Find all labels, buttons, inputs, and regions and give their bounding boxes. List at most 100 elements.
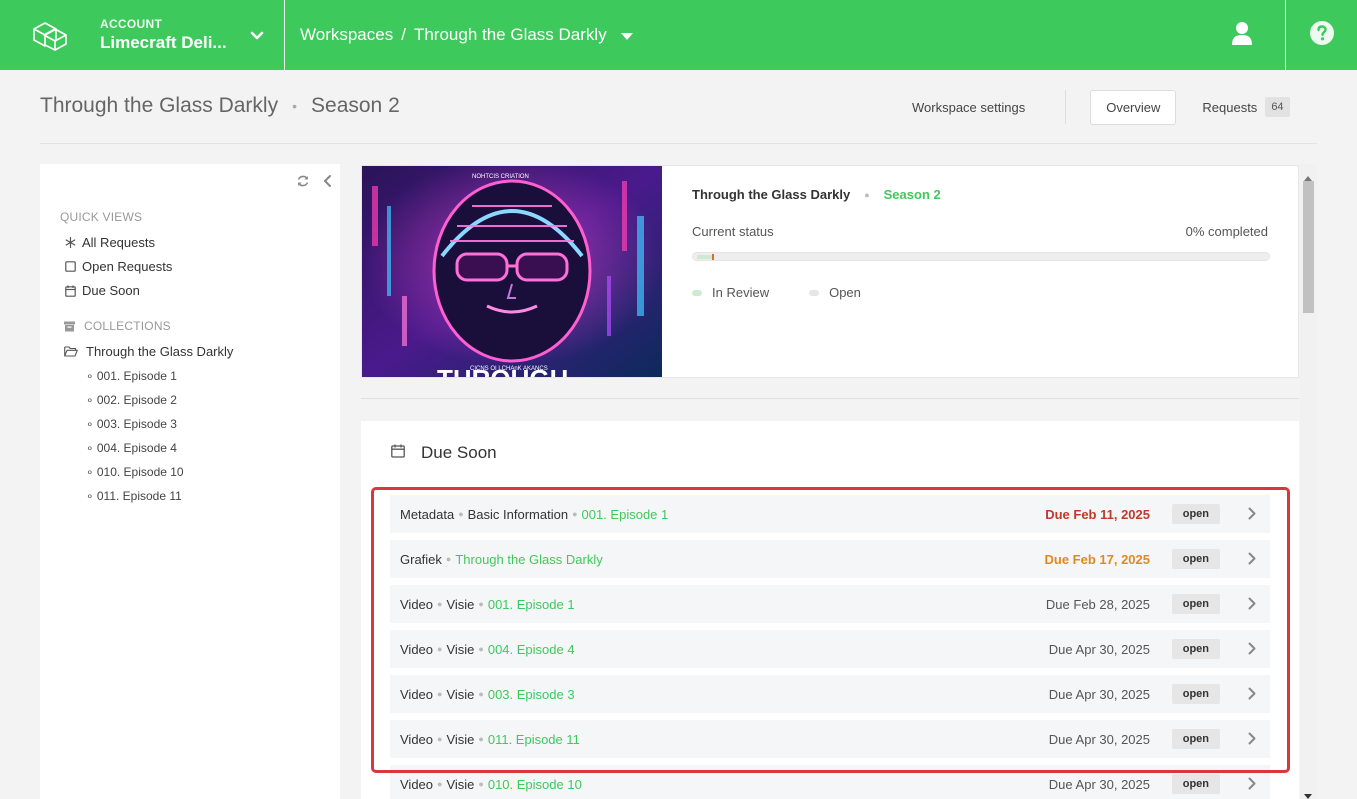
legend-label: Open <box>829 285 861 300</box>
page-title: Through the Glass Darkly • Season 2 <box>40 94 400 118</box>
sidebar-item-label: 010. Episode 10 <box>96 465 184 479</box>
status-legend: In Review Open <box>692 285 901 300</box>
top-bar: ACCOUNT Limecraft Deli... Workspaces / T… <box>0 0 1357 70</box>
requests-label: Requests <box>1202 99 1258 115</box>
status-progress-bar <box>692 252 1270 261</box>
sidebar-item-label: 004. Episode 4 <box>96 441 177 455</box>
legend-label: In Review <box>712 285 770 300</box>
folder-open-icon <box>64 346 78 357</box>
sidebar-item-due-soon[interactable]: Due Soon <box>64 283 140 298</box>
legend-swatch <box>692 289 702 296</box>
progress-fill-in-review <box>697 255 712 259</box>
sidebar-item-episode-4[interactable]: ∘ 004. Episode 4 <box>86 441 177 455</box>
legend-in-review: In Review <box>692 285 769 300</box>
asterisk-icon <box>64 237 76 248</box>
bullet-icon: ∘ <box>86 417 97 431</box>
help-button[interactable] <box>1285 0 1357 70</box>
refresh-icon[interactable] <box>296 174 310 193</box>
request-subtype: Visie <box>446 776 475 792</box>
sidebar-item-all-requests[interactable]: All Requests <box>64 235 155 250</box>
breadcrumb-current[interactable]: Through the Glass Darkly <box>414 25 607 45</box>
sidebar-item-collection-root[interactable]: Through the Glass Darkly <box>64 344 233 359</box>
due-date: Due Apr 30, 2025 <box>1048 776 1150 792</box>
breadcrumb-separator: / <box>401 25 406 44</box>
collections-heading-label: COLLECTIONS <box>84 319 171 333</box>
sidebar-item-episode-2[interactable]: ∘ 002. Episode 2 <box>86 393 177 407</box>
highlight-box <box>371 487 1290 773</box>
percent-completed: 0% completed <box>1185 224 1268 239</box>
status-badge: open <box>1171 774 1220 794</box>
calendar-icon <box>391 443 405 463</box>
request-type: Video <box>400 776 434 792</box>
sidebar-item-label: Through the Glass Darkly <box>86 344 234 359</box>
path-separator-dot: ● <box>478 779 484 789</box>
info-workspace-name: Through the Glass Darkly <box>692 187 851 202</box>
sidebar-item-label: Open Requests <box>82 259 173 274</box>
legend-swatch <box>809 289 820 296</box>
bullet-icon: ∘ <box>86 441 97 455</box>
page-title-season: Season 2 <box>311 94 400 117</box>
title-separator-dot: • <box>292 98 298 114</box>
account-name: Limecraft Deli... <box>100 33 227 52</box>
path-separator-dot: ● <box>437 779 443 789</box>
scrollbar-thumb[interactable] <box>1303 181 1314 313</box>
requests-count-badge: 64 <box>1265 97 1290 117</box>
bullet-icon: ∘ <box>86 465 97 479</box>
cover-image[interactable]: NOHTCIS CRIATION CICNS OI LCHAnK AKANCS … <box>362 166 662 377</box>
workspace-info-card: NOHTCIS CRIATION CICNS OI LCHAnK AKANCS … <box>361 165 1299 378</box>
sidebar-item-label: 001. Episode 1 <box>96 369 177 383</box>
cover-top-text: NOHTCIS CRIATION <box>472 174 529 180</box>
request-target-link[interactable]: 010. Episode 10 <box>488 777 582 792</box>
overview-button[interactable]: Overview <box>1090 89 1177 125</box>
legend-open: Open <box>809 285 861 300</box>
help-icon <box>1309 20 1334 50</box>
sidebar: QUICK VIEWS All Requests Open Requests D… <box>40 164 340 799</box>
sidebar-item-label: 003. Episode 3 <box>96 417 177 431</box>
archive-icon <box>64 321 75 332</box>
scroll-down-arrow-icon[interactable] <box>1304 786 1312 799</box>
limecraft-logo-icon[interactable] <box>0 0 100 70</box>
calendar-icon <box>64 285 76 297</box>
request-path: Video ● Visie ● 010. Episode 10 <box>390 777 582 792</box>
bullet-icon: ∘ <box>86 489 97 503</box>
divider <box>1065 90 1067 124</box>
title-separator-dot: ● <box>864 189 870 200</box>
info-season-link[interactable]: Season 2 <box>884 187 941 202</box>
due-soon-title: Due Soon <box>421 443 497 462</box>
sidebar-item-label: 011. Episode 11 <box>96 489 182 503</box>
sidebar-item-episode-10[interactable]: ∘ 010. Episode 10 <box>86 465 184 479</box>
sidebar-item-label: Due Soon <box>82 283 140 298</box>
quick-views-heading: QUICK VIEWS <box>60 210 143 224</box>
bullet-icon: ∘ <box>86 369 97 383</box>
due-soon-heading: Due Soon <box>391 443 497 463</box>
sidebar-item-episode-11[interactable]: ∘ 011. Episode 11 <box>86 489 182 503</box>
scroll-up-arrow-icon[interactable] <box>1304 168 1312 186</box>
page-actions: Workspace settings Overview Requests 64 <box>900 89 1290 125</box>
account-switcher[interactable]: ACCOUNT Limecraft Deli... <box>100 0 285 70</box>
square-icon <box>64 261 76 272</box>
info-title: Through the Glass Darkly ● Season 2 <box>692 187 941 202</box>
breadcrumb-workspaces[interactable]: Workspaces <box>300 25 393 45</box>
breadcrumb: Workspaces / Through the Glass Darkly <box>285 0 633 70</box>
sidebar-item-label: 002. Episode 2 <box>96 393 177 407</box>
account-label: ACCOUNT <box>100 17 163 31</box>
sidebar-item-episode-1[interactable]: ∘ 001. Episode 1 <box>86 369 177 383</box>
page-title-workspace: Through the Glass Darkly <box>40 94 279 117</box>
workspace-settings-link[interactable]: Workspace settings <box>900 100 1037 115</box>
requests-link[interactable]: Requests 64 <box>1202 97 1290 117</box>
chevron-down-icon[interactable] <box>250 28 264 46</box>
header-divider <box>40 143 1317 144</box>
sidebar-item-label: All Requests <box>82 235 155 250</box>
current-status-label: Current status <box>692 224 774 239</box>
user-icon[interactable] <box>1232 21 1272 49</box>
sidebar-item-open-requests[interactable]: Open Requests <box>64 259 172 274</box>
chevron-right-icon[interactable] <box>1248 777 1256 793</box>
cover-bottom-text: THROUGH <box>437 364 568 377</box>
section-divider <box>361 398 1299 399</box>
caret-down-icon[interactable] <box>620 25 633 45</box>
collections-heading: COLLECTIONS <box>64 319 171 333</box>
bullet-icon: ∘ <box>86 393 97 407</box>
collapse-chevron-left-icon[interactable] <box>322 174 332 193</box>
sidebar-item-episode-3[interactable]: ∘ 003. Episode 3 <box>86 417 177 431</box>
progress-marker <box>712 254 714 260</box>
